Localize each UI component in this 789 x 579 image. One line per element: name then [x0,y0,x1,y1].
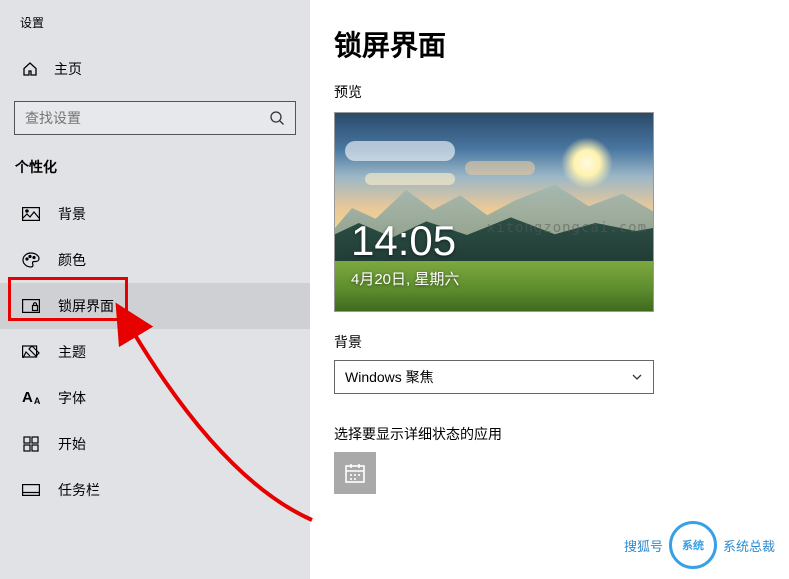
search-box[interactable] [14,101,296,135]
main-content: 锁屏界面 预览 xitongzongcai.com 14:05 4月20日, 星… [310,0,789,579]
sidebar-item-lockscreen[interactable]: 锁屏界面 [0,283,310,329]
nav-home[interactable]: 主页 [0,49,310,89]
sidebar: 设置 主页 个性化 背景 颜色 锁屏界面 主题 [0,0,310,579]
taskbar-icon [22,482,40,498]
sidebar-item-label: 字体 [58,388,86,408]
sidebar-item-start[interactable]: 开始 [0,421,310,467]
sidebar-item-background[interactable]: 背景 [0,191,310,237]
sidebar-item-label: 主题 [58,342,86,362]
dropdown-value: Windows 聚焦 [345,367,434,387]
watermark-prefix: 搜狐号 [624,536,663,555]
app-title: 设置 [0,12,310,49]
detail-app-label: 选择要显示详细状态的应用 [334,424,765,444]
detail-app-tile[interactable] [334,452,376,494]
sidebar-item-label: 开始 [58,434,86,454]
search-input[interactable] [15,110,259,126]
chevron-down-icon [631,371,643,383]
background-dropdown[interactable]: Windows 聚焦 [334,360,654,394]
search-icon [259,110,295,126]
lockscreen-icon [22,298,40,314]
sidebar-item-label: 颜色 [58,250,86,270]
home-icon [22,61,38,77]
lockscreen-preview[interactable]: xitongzongcai.com 14:05 4月20日, 星期六 [334,112,654,312]
palette-icon [22,252,40,268]
watermark-suffix: 系统总裁 [723,536,775,555]
home-label: 主页 [54,59,82,79]
sidebar-item-label: 锁屏界面 [58,296,114,316]
preview-time: 14:05 [351,217,456,265]
picture-icon [22,206,40,222]
sidebar-item-colors[interactable]: 颜色 [0,237,310,283]
sidebar-item-label: 背景 [58,204,86,224]
sidebar-item-taskbar[interactable]: 任务栏 [0,467,310,513]
page-watermark: 搜狐号 系统 系统总裁 [624,521,775,569]
sidebar-item-label: 任务栏 [58,480,100,500]
section-header: 个性化 [0,151,310,191]
preview-date: 4月20日, 星期六 [351,268,459,289]
font-icon: AA [22,390,40,406]
preview-label: 预览 [334,82,765,102]
theme-icon [22,344,40,360]
start-icon [22,436,40,452]
watermark-badge: 系统 [669,521,717,569]
sidebar-item-fonts[interactable]: AA 字体 [0,375,310,421]
sidebar-item-themes[interactable]: 主题 [0,329,310,375]
background-section-label: 背景 [334,332,765,352]
page-title: 锁屏界面 [334,24,765,64]
calendar-icon [344,462,366,484]
preview-watermark: xitongzongcai.com [487,220,647,236]
